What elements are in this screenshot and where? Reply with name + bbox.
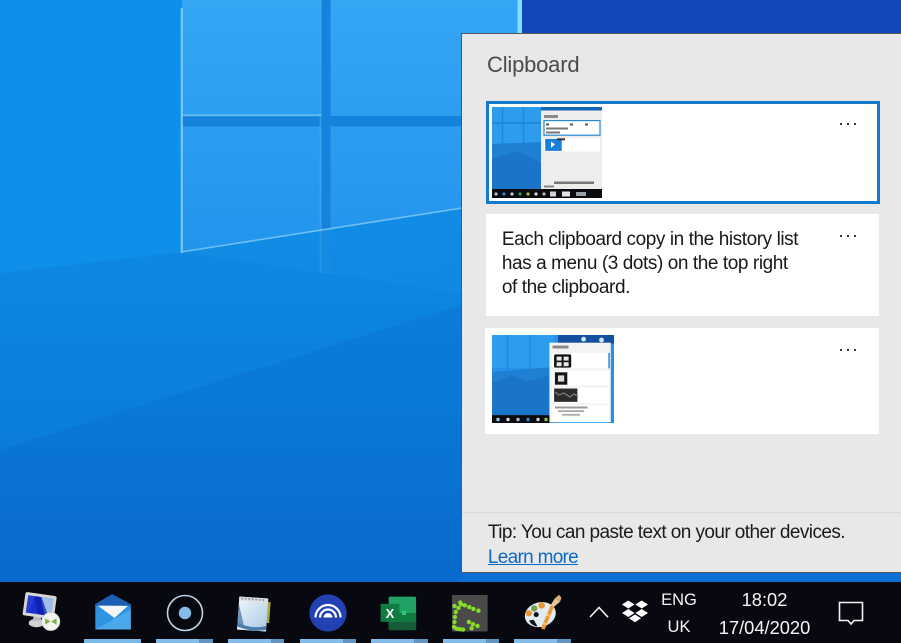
svg-text:X: X — [386, 606, 395, 621]
